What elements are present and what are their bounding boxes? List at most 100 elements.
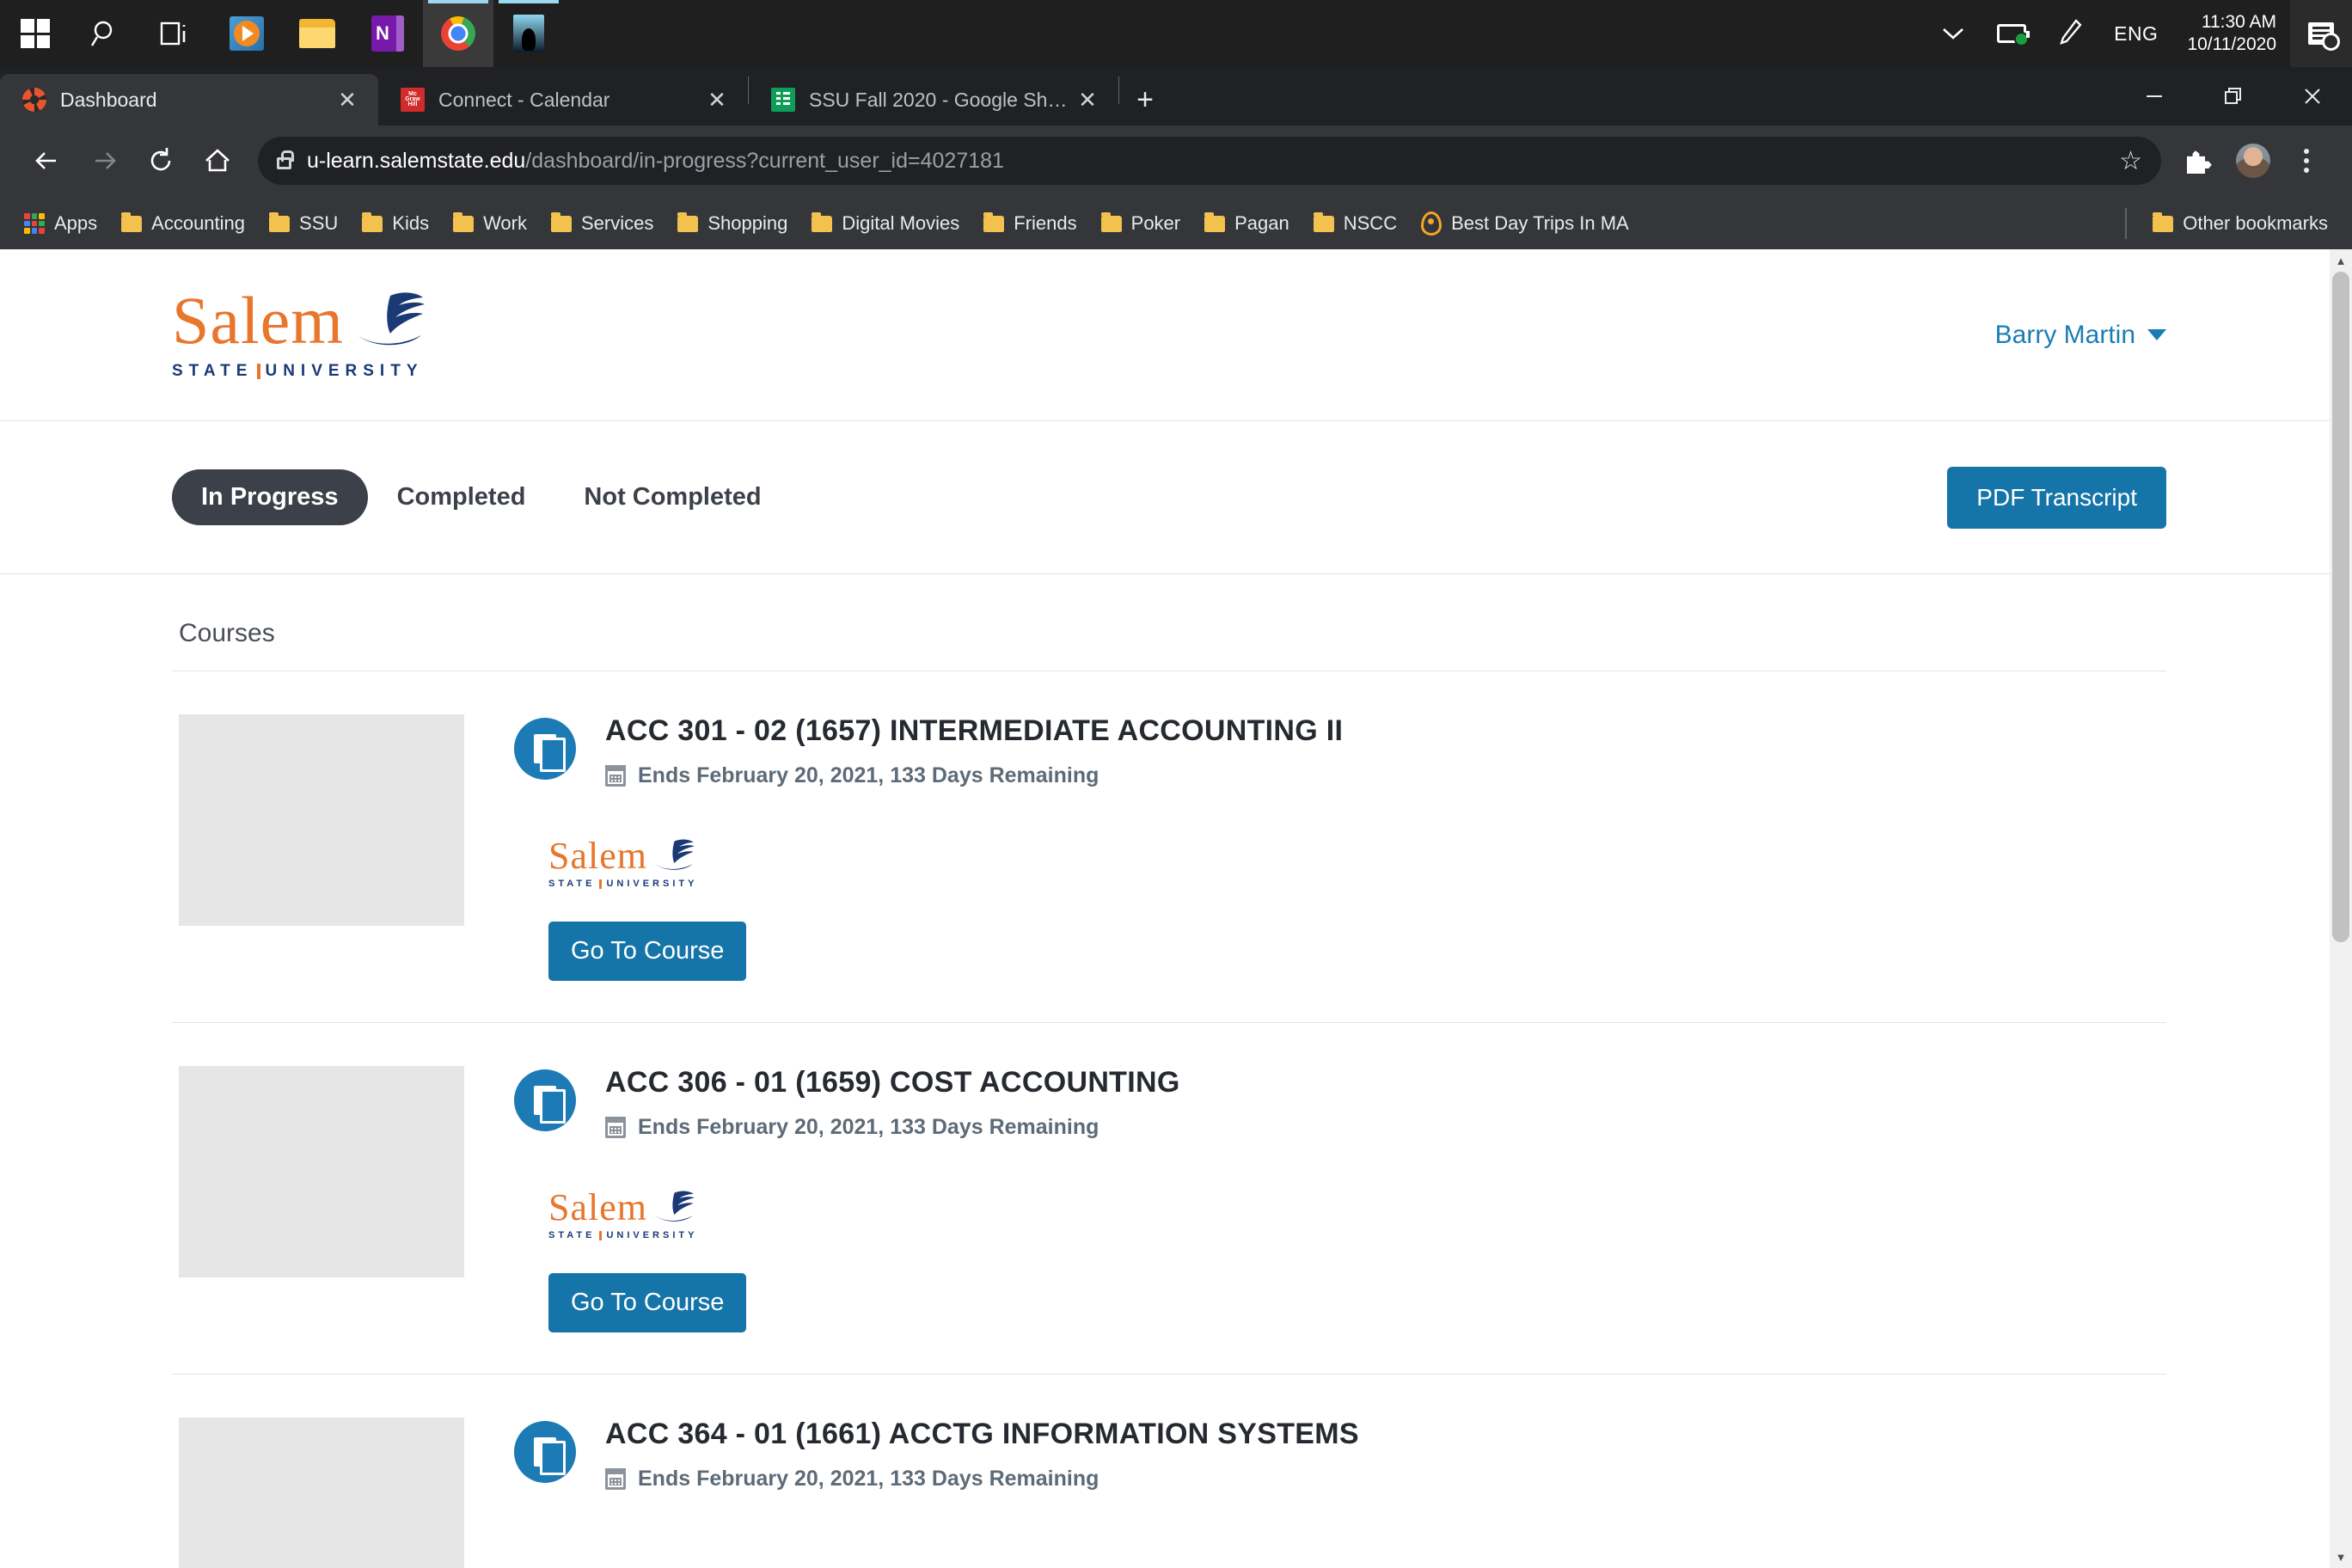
courses-header: Courses (172, 574, 2166, 671)
avatar (2236, 144, 2270, 178)
browser-tab-dashboard[interactable]: Dashboard ✕ (0, 74, 378, 126)
tray-expand-button[interactable] (1925, 0, 1981, 67)
restore-icon (2225, 88, 2241, 104)
user-name: Barry Martin (1994, 320, 2135, 349)
logo-university-text: UNIVERSITY (606, 879, 698, 889)
maximize-button[interactable] (2194, 67, 2273, 126)
folder-icon (1204, 211, 1226, 232)
course-institution-logo: Salem STATE UNIVERSITY (548, 837, 2159, 889)
bookmark-accounting[interactable]: Accounting (109, 202, 257, 245)
search-button[interactable] (70, 0, 141, 67)
start-button[interactable] (0, 0, 70, 67)
profile-button[interactable] (2226, 134, 2280, 187)
browser-toolbar: u-learn.salemstate.edu/dashboard/in-prog… (0, 126, 2352, 196)
lock-icon (277, 150, 294, 169)
extensions-button[interactable] (2173, 134, 2226, 187)
bookmark-kids[interactable]: Kids (350, 202, 441, 245)
scroll-up-arrow[interactable]: ▲ (2330, 249, 2352, 272)
windows-logo-icon (21, 19, 50, 48)
forward-button[interactable] (76, 132, 132, 189)
tab-in-progress[interactable]: In Progress (172, 469, 368, 525)
bookmark-shopping[interactable]: Shopping (665, 202, 799, 245)
bookmark-ssu[interactable]: SSU (257, 202, 350, 245)
page-scrollbar[interactable]: ▲ ▼ (2330, 249, 2352, 1568)
logo-university-text: UNIVERSITY (606, 1230, 698, 1240)
go-to-course-button[interactable]: Go To Course (548, 922, 747, 981)
bookmark-work[interactable]: Work (441, 202, 539, 245)
browser-tab-google-sheets[interactable]: SSU Fall 2020 - Google Sheets ✕ (749, 74, 1118, 126)
bookmark-star-icon[interactable]: ☆ (2119, 146, 2142, 176)
tab-strip: Dashboard ✕ Mc Graw Hill Connect - Calenda… (0, 67, 2352, 126)
bookmark-pagan[interactable]: Pagan (1192, 202, 1302, 245)
salem-state-logo[interactable]: Salem STATE UNIVERSITY (172, 287, 426, 380)
folder-icon (269, 211, 291, 232)
bookmark-label: NSCC (1343, 212, 1398, 234)
courses-section: Courses ACC 301 - 02 (1657) INTERMEDIATE… (0, 574, 2338, 1568)
close-icon (2305, 89, 2320, 104)
bookmark-friends[interactable]: Friends (971, 202, 1088, 245)
clock[interactable]: 11:30 AM 10/11/2020 (2173, 11, 2290, 57)
course-meta-text: Ends February 20, 2021, 133 Days Remaini… (638, 763, 1099, 787)
minimize-icon (2147, 95, 2162, 97)
tab-close-icon[interactable]: ✕ (698, 81, 736, 119)
notifications-button[interactable] (2290, 0, 2352, 67)
folder-icon (2153, 211, 2174, 232)
course-end-date: Ends February 20, 2021, 133 Days Remaini… (605, 763, 1343, 788)
course-title[interactable]: ACC 306 - 01 (1659) COST ACCOUNTING (605, 1066, 1180, 1099)
home-button[interactable] (189, 132, 246, 189)
ship-sail-icon (352, 291, 426, 352)
new-tab-button[interactable]: + (1119, 74, 1171, 126)
bookmark-poker[interactable]: Poker (1089, 202, 1192, 245)
course-title[interactable]: ACC 301 - 02 (1657) INTERMEDIATE ACCOUNT… (605, 714, 1343, 748)
bookmark-label: Apps (54, 212, 98, 234)
go-to-course-button[interactable]: Go To Course (548, 1273, 747, 1332)
course-thumbnail (179, 1066, 464, 1277)
chrome-button[interactable] (423, 0, 493, 67)
course-end-date: Ends February 20, 2021, 133 Days Remaini… (605, 1467, 1359, 1491)
other-bookmarks-button[interactable]: Other bookmarks (2141, 202, 2340, 245)
media-player-button[interactable] (211, 0, 282, 67)
course-book-icon (514, 1421, 576, 1483)
file-explorer-button[interactable] (282, 0, 352, 67)
bookmark-label: SSU (299, 212, 339, 234)
bookmarks-bar: Apps Accounting SSU Kids Work Services S… (0, 196, 2352, 251)
course-title[interactable]: ACC 364 - 01 (1661) ACCTG INFORMATION SY… (605, 1418, 1359, 1451)
tab-not-completed[interactable]: Not Completed (554, 469, 790, 525)
onenote-button[interactable]: N (352, 0, 423, 67)
pen-button[interactable] (2042, 0, 2098, 67)
reader-app-button[interactable] (493, 0, 564, 67)
bookmark-services[interactable]: Services (539, 202, 665, 245)
task-view-icon (160, 21, 186, 46)
reload-button[interactable] (132, 132, 189, 189)
battery-status-badge (2014, 32, 2030, 46)
forward-arrow-icon (95, 152, 116, 169)
back-button[interactable] (19, 132, 76, 189)
scroll-down-arrow[interactable]: ▼ (2330, 1546, 2352, 1568)
pdf-transcript-button[interactable]: PDF Transcript (1947, 466, 2166, 529)
battery-button[interactable] (1981, 0, 2042, 67)
course-list-item: ACC 364 - 01 (1661) ACCTG INFORMATION SY… (172, 1375, 2166, 1568)
bookmark-nscc[interactable]: NSCC (1302, 202, 1409, 245)
tab-completed[interactable]: Completed (368, 469, 555, 525)
minimize-button[interactable] (2115, 67, 2194, 126)
language-indicator[interactable]: ENG (2098, 0, 2173, 67)
logo-wordmark: Salem (548, 1186, 647, 1229)
close-button[interactable] (2273, 67, 2352, 126)
task-view-button[interactable] (141, 0, 211, 67)
bookmark-best-day-trips[interactable]: Best Day Trips In MA (1409, 202, 1641, 245)
tab-title: Dashboard (60, 88, 157, 111)
onenote-letter: N (376, 22, 389, 44)
chrome-menu-button[interactable] (2280, 134, 2333, 187)
tab-close-icon[interactable]: ✕ (1069, 81, 1106, 119)
bookmark-digital-movies[interactable]: Digital Movies (799, 202, 971, 245)
scrollbar-thumb[interactable] (2332, 272, 2349, 942)
home-icon (205, 149, 230, 172)
url-domain: u-learn.salemstate.edu (307, 148, 526, 173)
user-menu[interactable]: Barry Martin (1995, 321, 2166, 350)
bookmark-label: Best Day Trips In MA (1451, 212, 1629, 234)
address-bar[interactable]: u-learn.salemstate.edu/dashboard/in-prog… (258, 137, 2161, 185)
bookmark-apps[interactable]: Apps (12, 202, 109, 245)
calendar-icon (605, 765, 626, 787)
tab-close-icon[interactable]: ✕ (328, 81, 366, 119)
browser-tab-connect-calendar[interactable]: Mc Graw Hill Connect - Calendar ✕ (378, 74, 748, 126)
